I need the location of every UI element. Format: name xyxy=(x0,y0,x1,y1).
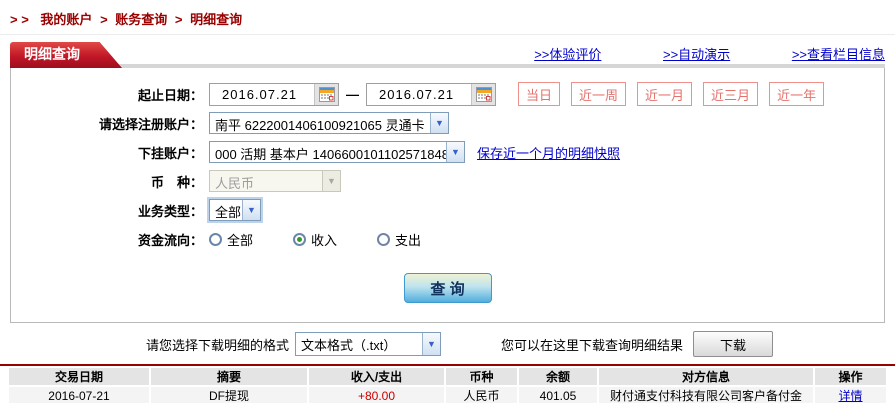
calendar-icon[interactable] xyxy=(471,83,495,105)
cell-summary: DF提现 xyxy=(151,387,309,403)
query-form: 起止日期： 2016.07.21 — 2016.07.21 当日 近一周 近一月… xyxy=(10,68,885,323)
sub-account-label: 下挂账户： xyxy=(137,145,203,161)
cell-balance: 401.05 xyxy=(519,387,599,403)
breadcrumb: > > 我的账户 > 账务查询 > 明细查询 xyxy=(0,0,895,35)
business-type-row: 业务类型： 全部 ▼ xyxy=(11,198,884,222)
radio-flow-expense-label: 支出 xyxy=(395,232,422,248)
currency-value: 人民币 xyxy=(215,176,255,191)
quick-range-week-button[interactable]: 近一周 xyxy=(571,82,627,106)
quick-range-today-button[interactable]: 当日 xyxy=(518,82,561,106)
register-account-row: 请选择注册账户： 南平 6222001406100921065 灵通卡 ▼ xyxy=(11,111,884,135)
sub-account-row: 下挂账户： 000 活期 基本户 1406600101102571848 ▼ 保… xyxy=(11,140,884,164)
business-type-label: 业务类型： xyxy=(137,203,203,219)
chevron-down-icon: ▼ xyxy=(322,171,340,191)
breadcrumb-item-detail-query[interactable]: 明细查询 xyxy=(190,12,242,27)
radio-flow-all[interactable] xyxy=(209,232,222,246)
detail-link[interactable]: 详情 xyxy=(838,389,862,403)
query-button[interactable]: 查 询 xyxy=(403,273,492,303)
top-links: >>体验评价 >>自动演示 >>查看栏目信息 xyxy=(476,44,885,63)
quick-range-year-button[interactable]: 近一年 xyxy=(769,82,825,106)
header-income-expense: 收入/支出 xyxy=(309,368,446,387)
radio-flow-income[interactable] xyxy=(293,232,307,246)
cell-counterparty: 财付通支付科技有限公司客户备付金 xyxy=(599,387,815,403)
radio-flow-income-label: 收入 xyxy=(311,232,338,248)
chevron-down-icon: ▼ xyxy=(430,113,448,133)
start-date-value: 2016.07.21 xyxy=(222,86,298,102)
result-table: 交易日期 摘要 收入/支出 币种 余额 对方信息 操作 2016-07-21 D… xyxy=(9,368,886,403)
query-button-row: 查 询 xyxy=(11,273,884,303)
link-auto-demo[interactable]: >>自动演示 xyxy=(663,47,730,62)
end-date-field[interactable]: 2016.07.21 xyxy=(366,82,496,106)
table-header-row: 交易日期 摘要 收入/支出 币种 余额 对方信息 操作 xyxy=(9,368,886,387)
link-experience-review[interactable]: >>体验评价 xyxy=(534,47,601,62)
cell-action: 详情 xyxy=(815,387,886,403)
header-balance: 余额 xyxy=(519,368,599,387)
date-range-label: 起止日期： xyxy=(137,87,203,103)
breadcrumb-separator: > xyxy=(174,12,183,27)
register-account-label: 请选择注册账户： xyxy=(98,116,203,132)
chevron-down-icon: ▼ xyxy=(242,200,260,220)
sub-account-select[interactable]: 000 活期 基本户 1406600101102571848 ▼ xyxy=(209,141,465,163)
currency-select: 人民币 ▼ xyxy=(209,170,341,192)
currency-row: 币 种： 人民币 ▼ xyxy=(11,169,884,193)
currency-label: 币 种： xyxy=(150,174,203,190)
download-format-value: 文本格式（.txt） xyxy=(301,338,397,353)
end-date-value: 2016.07.21 xyxy=(379,86,455,102)
business-type-select[interactable]: 全部 ▼ xyxy=(209,199,261,221)
tab-label: 明细查询 xyxy=(24,46,80,62)
fund-flow-row: 资金流向： 全部 收入 支出 xyxy=(11,227,884,251)
result-table-section: 交易日期 摘要 收入/支出 币种 余额 对方信息 操作 2016-07-21 D… xyxy=(0,364,895,403)
download-hint: 您可以在这里下载查询明细结果 xyxy=(501,337,684,353)
business-type-value: 全部 xyxy=(215,205,242,220)
cell-currency: 人民币 xyxy=(446,387,519,403)
header-action: 操作 xyxy=(815,368,886,387)
header-summary: 摘要 xyxy=(151,368,309,387)
register-account-select[interactable]: 南平 6222001406100921065 灵通卡 ▼ xyxy=(209,112,449,134)
radio-flow-all-label: 全部 xyxy=(227,232,254,248)
breadcrumb-item-account-query[interactable]: 账务查询 xyxy=(115,12,167,27)
radio-flow-expense[interactable] xyxy=(377,232,391,246)
download-button[interactable]: 下载 xyxy=(693,331,774,357)
save-snapshot-link[interactable]: 保存近一个月的明细快照 xyxy=(477,143,620,162)
breadcrumb-prefix: > > xyxy=(10,12,29,27)
start-date-field[interactable]: 2016.07.21 xyxy=(209,82,339,106)
chevron-down-icon: ▼ xyxy=(446,142,464,162)
download-section: 请您选择下载明细的格式 文本格式（.txt） ▼ 您可以在这里下载查询明细结果 … xyxy=(146,330,895,358)
detail-query-page: > > 我的账户 > 账务查询 > 明细查询 明细查询 >>体验评价 >>自动演… xyxy=(0,0,895,403)
download-format-select[interactable]: 文本格式（.txt） ▼ xyxy=(295,332,442,356)
date-range-separator: — xyxy=(346,86,359,102)
chevron-down-icon: ▼ xyxy=(422,333,441,355)
download-format-label: 请您选择下载明细的格式 xyxy=(146,337,290,353)
tab-detail-query[interactable]: 明细查询 xyxy=(10,42,122,68)
cell-date: 2016-07-21 xyxy=(9,387,151,403)
header-currency: 币种 xyxy=(446,368,519,387)
calendar-icon[interactable] xyxy=(314,83,338,105)
breadcrumb-item-my-account[interactable]: 我的账户 xyxy=(40,12,92,27)
tab-strip: 明细查询 >>体验评价 >>自动演示 >>查看栏目信息 xyxy=(10,42,885,68)
sub-account-value: 000 活期 基本户 1406600101102571848 xyxy=(215,147,446,162)
register-account-value: 南平 6222001406100921065 灵通卡 xyxy=(215,118,425,133)
quick-range-month-button[interactable]: 近一月 xyxy=(637,82,693,106)
breadcrumb-separator: > xyxy=(100,12,108,27)
table-row: 2016-07-21 DF提现 +80.00 人民币 401.05 财付通支付科… xyxy=(9,387,886,403)
header-counterparty: 对方信息 xyxy=(599,368,815,387)
date-range-row: 起止日期： 2016.07.21 — 2016.07.21 当日 近一周 近一月… xyxy=(11,82,884,106)
header-transaction-date: 交易日期 xyxy=(9,368,151,387)
cell-amount: +80.00 xyxy=(309,387,446,403)
quick-range-3months-button[interactable]: 近三月 xyxy=(703,82,759,106)
link-view-column-info[interactable]: >>查看栏目信息 xyxy=(792,47,885,62)
fund-flow-label: 资金流向： xyxy=(137,232,203,248)
